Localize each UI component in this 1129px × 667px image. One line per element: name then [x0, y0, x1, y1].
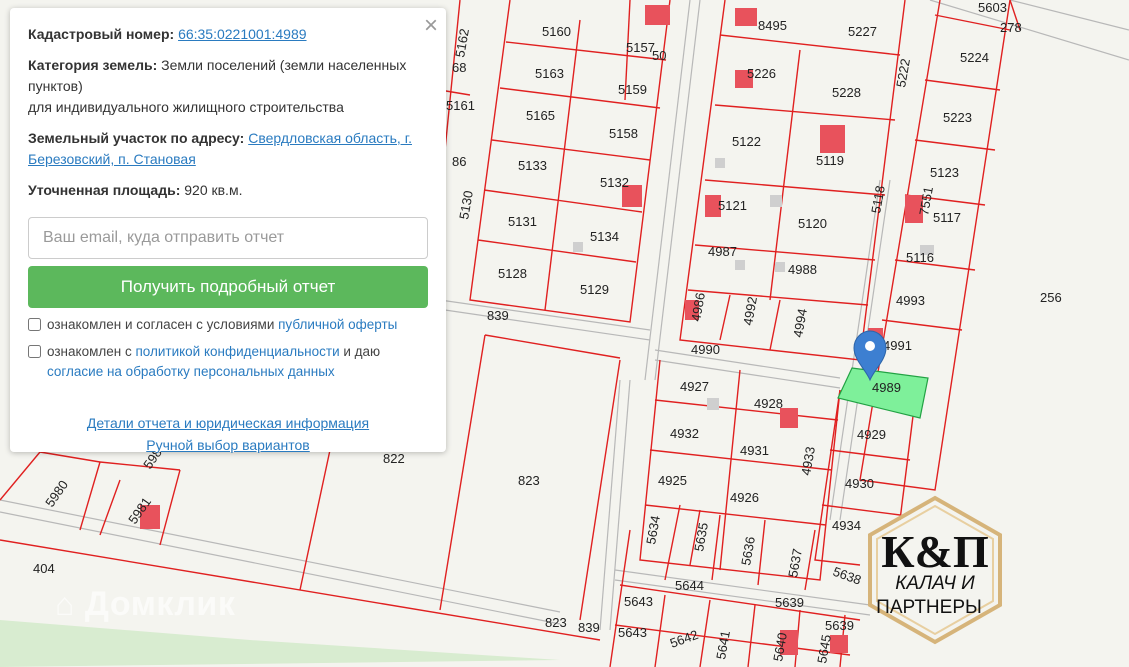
- plot-label: 50: [652, 48, 666, 63]
- plot-label: 5128: [498, 266, 527, 281]
- plot-label: 68: [452, 60, 466, 75]
- plot-label: 5643: [624, 594, 653, 609]
- report-details-link[interactable]: Детали отчета и юридическая информация: [87, 415, 369, 431]
- plot-label: 5159: [618, 82, 647, 97]
- plot-label: 4931: [740, 443, 769, 458]
- consent-offer[interactable]: ознакомлен и согласен с условиями публич…: [28, 315, 428, 335]
- plot-label: 5228: [832, 85, 861, 100]
- consent-offer-text: ознакомлен и согласен с условиями публич…: [47, 315, 397, 335]
- address-label: Земельный участок по адресу:: [28, 130, 245, 146]
- cadastral-number-link[interactable]: 66:35:0221001:4989: [178, 26, 306, 42]
- plot-label: 5639: [775, 595, 804, 610]
- consent-offer-label: ознакомлен и согласен с условиями: [47, 317, 279, 332]
- consent-privacy-label2: и даю: [339, 344, 381, 359]
- plot-label: 5639: [825, 618, 854, 633]
- consent-offer-checkbox[interactable]: [28, 318, 41, 331]
- plot-label: 5134: [590, 229, 619, 244]
- area-value: 920 кв.м.: [184, 182, 243, 198]
- plot-label: 839: [578, 620, 600, 635]
- plot-label: 5643: [618, 625, 647, 640]
- category-label: Категория земель:: [28, 57, 158, 73]
- logo-letters: К&П: [881, 526, 988, 577]
- plot-label: 5223: [943, 110, 972, 125]
- address-row: Земельный участок по адресу: Свердловска…: [28, 128, 428, 170]
- logo-line1: КАЛАЧ И: [895, 573, 975, 594]
- plot-label: 4987: [708, 244, 737, 259]
- plot-label: 5157: [626, 40, 655, 55]
- plot-label: 5116: [906, 250, 934, 265]
- area-label: Уточненная площадь:: [28, 182, 181, 198]
- plot-label: 278: [1000, 20, 1022, 35]
- consent-privacy-text: ознакомлен с политикой конфиденциальност…: [47, 342, 428, 382]
- consent-privacy-label: ознакомлен с: [47, 344, 136, 359]
- plot-label: 4932: [670, 426, 699, 441]
- plot-label: 4926: [730, 490, 759, 505]
- plot-label: 4929: [857, 427, 886, 442]
- plot-label: 5132: [600, 175, 629, 190]
- plot-label: 5123: [930, 165, 959, 180]
- plot-label: 5122: [732, 134, 761, 149]
- personal-data-consent-link[interactable]: согласие на обработку персональных данны…: [47, 364, 335, 379]
- plot-label: 5163: [535, 66, 564, 81]
- public-offer-link[interactable]: публичной оферты: [278, 317, 397, 332]
- plot-label: 4988: [788, 262, 817, 277]
- plot-label: 5133: [518, 158, 547, 173]
- plot-label: 5227: [848, 24, 877, 39]
- plot-label: 8495: [758, 18, 787, 33]
- plot-label: 4934: [832, 518, 861, 533]
- plot-label: 823: [518, 473, 540, 488]
- consent-privacy[interactable]: ознакомлен с политикой конфиденциальност…: [28, 342, 428, 382]
- plot-label: 5131: [508, 214, 537, 229]
- domclick-watermark: ⌂ Домклик: [55, 585, 235, 624]
- plot-label: 5160: [542, 24, 571, 39]
- plot-label: 4989: [872, 380, 901, 395]
- plot-label: 4990: [691, 342, 720, 357]
- category-usage: для индивидуального жилищного строительс…: [28, 99, 344, 115]
- plot-label: 4991: [883, 338, 912, 353]
- bottom-links: Детали отчета и юридическая информация Р…: [28, 412, 428, 456]
- watermark-text: Домклик: [84, 585, 236, 623]
- plot-label: 839: [487, 308, 509, 323]
- area-row: Уточненная площадь: 920 кв.м.: [28, 180, 428, 201]
- cadastral-label: Кадастровый номер:: [28, 26, 175, 42]
- plot-info-panel: × Кадастровый номер: 66:35:0221001:4989 …: [10, 8, 446, 453]
- plot-label: 4993: [896, 293, 925, 308]
- plot-label: 5603: [978, 0, 1007, 15]
- get-report-button[interactable]: Получить подробный отчет: [28, 266, 428, 308]
- plot-label: 4928: [754, 396, 783, 411]
- plot-label: 5129: [580, 282, 609, 297]
- plot-label: 4930: [845, 476, 874, 491]
- plot-label: 823: [545, 615, 567, 630]
- email-input[interactable]: [28, 217, 428, 259]
- plot-label: 256: [1040, 290, 1062, 305]
- close-icon[interactable]: ×: [424, 12, 438, 40]
- plot-label: 5119: [816, 153, 844, 168]
- plot-label: 5224: [960, 50, 989, 65]
- plot-label: 86: [452, 154, 466, 169]
- plot-label: 5165: [526, 108, 555, 123]
- home-icon: ⌂: [55, 586, 75, 622]
- plot-label: 404: [33, 561, 55, 576]
- consent-privacy-checkbox[interactable]: [28, 345, 41, 358]
- plot-label: 5121: [718, 198, 747, 213]
- plot-label: 5158: [609, 126, 638, 141]
- privacy-policy-link[interactable]: политикой конфиденциальности: [135, 344, 339, 359]
- logo-line2: ПАРТНЕРЫ: [876, 597, 982, 618]
- plot-label: 5161: [446, 98, 475, 113]
- manual-selection-link[interactable]: Ручной выбор вариантов: [146, 437, 310, 453]
- plot-label: 5120: [798, 216, 827, 231]
- cadastral-row: Кадастровый номер: 66:35:0221001:4989: [28, 24, 428, 45]
- plot-label: 5117: [933, 210, 961, 225]
- kalach-partners-logo: К&П КАЛАЧ И ПАРТНЕРЫ: [868, 495, 1002, 645]
- plot-label: 5226: [747, 66, 776, 81]
- plot-label: 5644: [675, 578, 704, 593]
- plot-label: 4925: [658, 473, 687, 488]
- plot-label: 4927: [680, 379, 709, 394]
- category-row: Категория земель: Земли поселений (земли…: [28, 55, 428, 118]
